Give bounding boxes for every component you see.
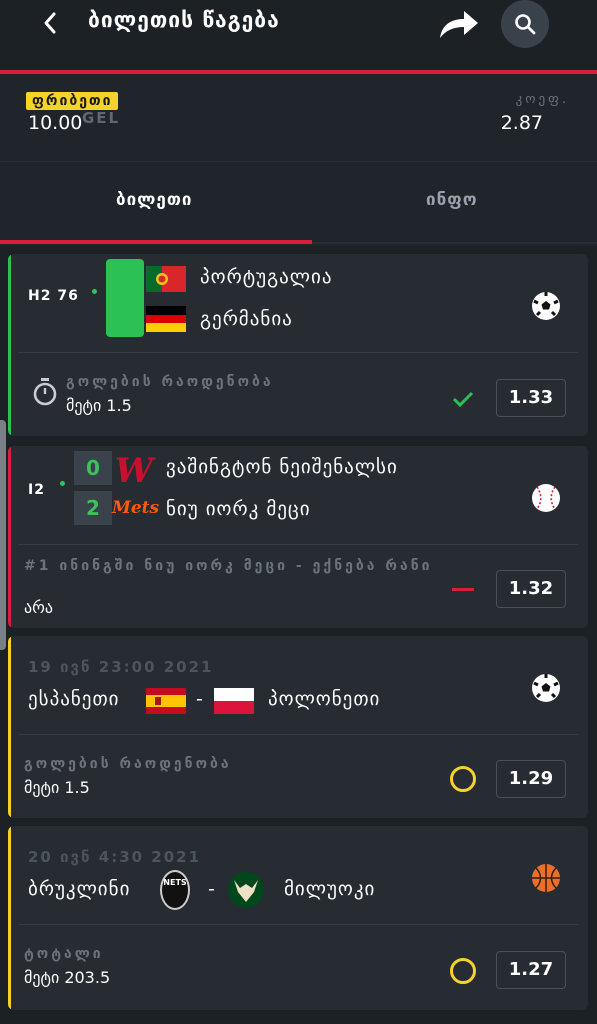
bet-card: I2 0 2 W Mets ვაშინგტონ ნეიშენალსი ნიუ ი…	[8, 446, 588, 628]
match-time: I2	[28, 482, 45, 498]
poland-flag-icon	[214, 688, 254, 714]
minus-icon	[452, 588, 474, 591]
team-home: პორტუგალია	[200, 266, 333, 288]
selection-name: მეტი 1.5	[66, 396, 132, 415]
odd-button[interactable]: 1.27	[496, 951, 566, 989]
freebet-badge: ფრიბეთი	[26, 92, 119, 110]
checkmark-icon	[452, 391, 474, 408]
odd-button[interactable]: 1.33	[496, 379, 566, 417]
bet-card: 19 ივნ 23:00 2021 ესპანეთი - პოლონეთი გო…	[8, 636, 588, 818]
bucks-logo-icon	[228, 872, 264, 908]
nets-logo-icon: NETS	[160, 870, 190, 910]
match-date: 20 ივნ 4:30 2021	[28, 848, 202, 866]
stake-amount: 10.00	[28, 112, 83, 134]
selection-name: მეტი 203.5	[24, 968, 111, 987]
bet-summary: ფრიბეთი 10.00 GEL კოეფ. 2.87	[0, 74, 597, 162]
match-separator: -	[208, 878, 216, 900]
market-name: #1 ინინგში ნიუ იორკ მეცი - ექნება რანი	[24, 558, 433, 574]
match-separator: -	[196, 688, 204, 710]
live-dot	[92, 289, 97, 294]
pending-circle-icon	[450, 958, 476, 984]
bet-card: 20 ივნ 4:30 2021 ბრუკლინი NETS - მილუოკი…	[8, 826, 588, 1010]
selection-name: მეტი 1.5	[24, 778, 90, 797]
bet-card: H2 76 პორტუგალია გერმანია გოლების რაოდენ…	[8, 254, 588, 436]
score-indicator	[106, 259, 144, 337]
stopwatch-icon	[33, 378, 57, 406]
match-date: 19 ივნ 23:00 2021	[28, 658, 214, 676]
chevron-left-icon[interactable]	[36, 8, 66, 38]
tab-bar: ბილეთი ინფო	[0, 162, 597, 246]
pending-circle-icon	[450, 766, 476, 792]
tab-ticket[interactable]: ბილეთი	[116, 190, 193, 210]
baseball-icon	[532, 484, 560, 512]
search-icon	[515, 14, 536, 35]
away-score: 2	[74, 491, 112, 525]
coef-label: კოეფ.	[515, 92, 569, 107]
portugal-flag-icon	[146, 266, 186, 292]
team-home: ვაშინგტონ ნეიშენალსი	[166, 456, 398, 478]
search-button[interactable]	[501, 0, 549, 48]
soccer-ball-icon	[532, 292, 560, 320]
app-bar: ბილეთის წაგება	[0, 0, 597, 70]
team-away: პოლონეთი	[268, 688, 381, 710]
team-away: გერმანია	[200, 308, 293, 330]
tab-info[interactable]: ინფო	[426, 190, 478, 210]
active-tab-indicator	[0, 240, 312, 244]
stake-currency: GEL	[82, 109, 121, 127]
nets-logo-text: NETS	[163, 878, 187, 887]
scrollbar[interactable]	[0, 420, 6, 650]
market-name: გოლების რაოდენობა	[24, 756, 232, 772]
soccer-ball-icon	[532, 674, 560, 702]
share-arrow-icon[interactable]	[438, 8, 480, 40]
match-time: H2 76	[28, 288, 79, 304]
live-dot	[60, 481, 65, 486]
mets-logo-icon: Mets	[112, 498, 160, 518]
coef-value: 2.87	[500, 112, 543, 134]
team-away: ნიუ იორკ მეცი	[166, 498, 311, 520]
home-score: 0	[74, 451, 112, 485]
odd-button[interactable]: 1.29	[496, 760, 566, 798]
market-name: გოლების რაოდენობა	[66, 374, 274, 390]
page-title: ბილეთის წაგება	[88, 8, 280, 32]
svg-text:W: W	[115, 451, 156, 490]
market-name: ტოტალი	[24, 946, 104, 962]
selection-name: არა	[24, 598, 53, 617]
odd-button[interactable]: 1.32	[496, 570, 566, 608]
team-home: ბრუკლინი	[28, 878, 131, 900]
nationals-logo-icon: W	[115, 451, 156, 490]
basketball-icon	[532, 864, 560, 892]
team-away: მილუოკი	[284, 878, 376, 900]
germany-flag-icon	[146, 306, 186, 332]
spain-flag-icon	[146, 688, 186, 714]
team-home: ესპანეთი	[28, 688, 120, 710]
